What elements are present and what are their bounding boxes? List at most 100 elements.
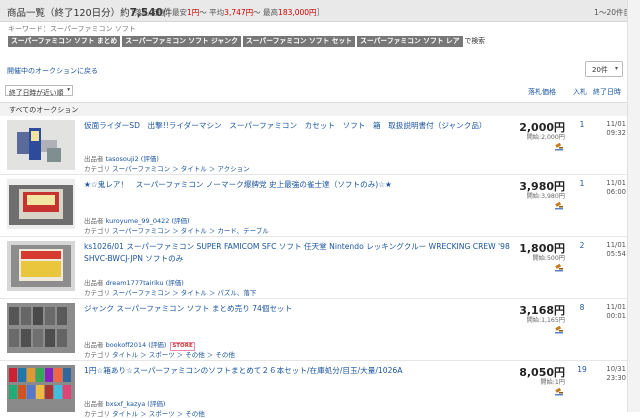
- seller-label: 出品者: [84, 217, 104, 225]
- sort-value: 終了日時が近い順: [9, 89, 64, 97]
- related-tag[interactable]: スーパーファミコン ソフト まとめ: [8, 36, 121, 47]
- bid-count-link[interactable]: 1: [576, 120, 588, 129]
- item-title-link[interactable]: ★☆鬼レア！ スーパーファミコン ノーマーク爆牌党 史上最強の雀士達（ソフトのみ…: [84, 179, 514, 191]
- category-label: カテゴリ: [84, 227, 110, 235]
- stats-max: 183,000円: [278, 8, 317, 17]
- related-tag[interactable]: スーパーファミコン ソフト ジャンク: [122, 36, 241, 47]
- per-page-value: 20件: [592, 66, 608, 74]
- back-to-open-auctions-link[interactable]: 開催中のオークションに戻る: [7, 66, 98, 76]
- product-photo: [7, 241, 75, 291]
- seller-label: 出品者: [84, 400, 104, 408]
- list-item: ★☆鬼レア！ スーパーファミコン ノーマーク爆牌党 史上最強の雀士達（ソフトのみ…: [0, 175, 627, 237]
- rating-link[interactable]: (評価): [148, 341, 166, 349]
- item-thumbnail[interactable]: [7, 303, 75, 353]
- related-tag[interactable]: スーパーファミコン ソフト レア: [357, 36, 463, 47]
- stats-avg: 3,747円: [224, 8, 254, 17]
- result-range: 1～20件目: [594, 8, 631, 17]
- category-link[interactable]: スーパーファミコン ＞ タイトル ＞ パズル、落下: [112, 289, 256, 297]
- price-stats: ［落札価格：最安1円～ 平均3,747円～ 最高183,000円］: [127, 7, 324, 18]
- category-path: カテゴリ スーパーファミコン ＞ タイトル ＞ パズル、落下: [84, 287, 256, 297]
- category-path: カテゴリ スーパーファミコン ＞ タイトル ＞ カード、テーブル: [84, 225, 269, 235]
- end-datetime: 11/01 06:00: [598, 179, 626, 197]
- end-time: 23:30: [606, 374, 626, 382]
- gavel-icon: [555, 326, 563, 334]
- list-item: ks1026/01 スーパーファミコン SUPER FAMICOM SFC ソフ…: [0, 237, 627, 299]
- start-price: 開始:500円: [532, 255, 565, 262]
- bid-count-link[interactable]: 19: [576, 365, 588, 374]
- item-title-link[interactable]: 1円☆箱あり☆スーパーファミコンのソフトまとめて２６本セット/在庫処分/目玉/大…: [84, 365, 514, 377]
- gavel-icon: [555, 264, 563, 272]
- item-title-link[interactable]: 仮面ライダーSD 出撃!!ライダーマシン スーパーファミコン カセット ソフト …: [84, 120, 514, 132]
- list-item: 仮面ライダーSD 出撃!!ライダーマシン スーパーファミコン カセット ソフト …: [0, 116, 627, 175]
- category-link[interactable]: スーパーファミコン ＞ タイトル ＞ アクション: [112, 165, 250, 173]
- category-label: カテゴリ: [84, 165, 110, 173]
- gavel-icon: [555, 202, 563, 210]
- end-date: 11/01: [606, 303, 626, 311]
- item-thumbnail[interactable]: [7, 179, 75, 229]
- vertical-scrollbar[interactable]: [627, 0, 640, 412]
- gavel-icon: [555, 143, 563, 151]
- stats-close: ］: [316, 8, 325, 17]
- start-price: 開始:3,980円: [526, 193, 565, 200]
- seller-label: 出品者: [84, 341, 104, 349]
- category-label: カテゴリ: [84, 289, 110, 297]
- end-datetime: 10/31 23:30: [598, 365, 626, 383]
- start-price: 開始:1円: [540, 379, 565, 386]
- sort-select[interactable]: 終了日時が近い順 ▾: [5, 85, 73, 97]
- start-price: 開始:2,000円: [526, 134, 565, 141]
- item-thumbnail[interactable]: [7, 120, 75, 170]
- end-datetime: 11/01 09:32: [598, 120, 626, 138]
- gavel-icon: [555, 388, 563, 396]
- rating-link[interactable]: (評価): [141, 155, 159, 163]
- seller-info: 出品者 bxsxf_kazya (評価): [84, 398, 165, 408]
- end-date: 11/01: [606, 179, 626, 187]
- product-photo: [7, 365, 75, 412]
- end-date: 10/31: [606, 365, 626, 373]
- end-time: 06:00: [606, 188, 626, 196]
- list-item: ジャンク スーパーファミコン ソフト まとめ売り 74個セット 出品者 book…: [0, 299, 627, 361]
- title-prefix: 商品一覧（終了120日分）約: [7, 8, 130, 19]
- category-path: カテゴリ スーパーファミコン ＞ タイトル ＞ アクション: [84, 163, 250, 173]
- stats-avg-label: ～ 平均: [199, 8, 225, 17]
- sort-by-price-link[interactable]: 落札価格: [528, 87, 556, 97]
- related-tag[interactable]: スーパーファミコン ソフト セット: [242, 36, 356, 47]
- category-link[interactable]: タイトル ＞ スポーツ ＞ その他 ＞ その他: [112, 351, 235, 359]
- category-link[interactable]: タイトル ＞ スポーツ ＞ その他: [112, 410, 205, 418]
- seller-info: 出品者 tasosouji2 (評価): [84, 153, 159, 163]
- rating-link[interactable]: (評価): [166, 279, 184, 287]
- end-datetime: 11/01 05:54: [598, 241, 626, 259]
- stats-label: ［落札価格：最安: [127, 8, 187, 17]
- seller-link[interactable]: kuroyume_99_0422: [106, 217, 170, 225]
- per-page-select[interactable]: 20件 ▾: [585, 61, 623, 77]
- seller-link[interactable]: dream1777tairiku: [106, 279, 164, 287]
- product-photo: [7, 179, 75, 229]
- item-thumbnail[interactable]: [7, 241, 75, 291]
- bid-count-link[interactable]: 8: [576, 303, 588, 312]
- product-photo: [7, 120, 75, 170]
- seller-link[interactable]: tasosouji2: [106, 155, 139, 163]
- rating-link[interactable]: (評価): [171, 217, 189, 225]
- category-label: カテゴリ: [84, 351, 110, 359]
- item-thumbnail[interactable]: [7, 365, 75, 412]
- category-bar: すべてのオークション: [0, 102, 627, 116]
- item-title-link[interactable]: ジャンク スーパーファミコン ソフト まとめ売り 74個セット: [84, 303, 514, 315]
- seller-label: 出品者: [84, 155, 104, 163]
- bid-count-link[interactable]: 2: [576, 241, 588, 250]
- item-title-link[interactable]: ks1026/01 スーパーファミコン SUPER FAMICOM SFC ソフ…: [84, 241, 514, 265]
- category-path: カテゴリ タイトル ＞ スポーツ ＞ その他: [84, 408, 205, 418]
- end-time: 05:54: [606, 250, 626, 258]
- seller-info: 出品者 kuroyume_99_0422 (評価): [84, 215, 190, 225]
- sort-by-bids-link[interactable]: 入札: [573, 87, 587, 97]
- category-link[interactable]: スーパーファミコン ＞ タイトル ＞ カード、テーブル: [112, 227, 269, 235]
- stats-min: 1円: [187, 8, 200, 17]
- list-item: 1円☆箱あり☆スーパーファミコンのソフトまとめて２６本セット/在庫処分/目玉/大…: [0, 361, 627, 418]
- sort-by-end-link[interactable]: 終了日時: [593, 87, 621, 97]
- chevron-down-icon: ▾: [614, 65, 618, 72]
- category-label: カテゴリ: [84, 410, 110, 418]
- seller-link[interactable]: bookoff2014: [106, 341, 147, 349]
- rating-link[interactable]: (評価): [147, 400, 165, 408]
- seller-link[interactable]: bxsxf_kazya: [106, 400, 146, 408]
- bid-count-link[interactable]: 1: [576, 179, 588, 188]
- related-searches: スーパーファミコン ソフト まとめ スーパーファミコン ソフト ジャンク スーパーフ…: [8, 36, 485, 48]
- end-time: 09:32: [606, 129, 626, 137]
